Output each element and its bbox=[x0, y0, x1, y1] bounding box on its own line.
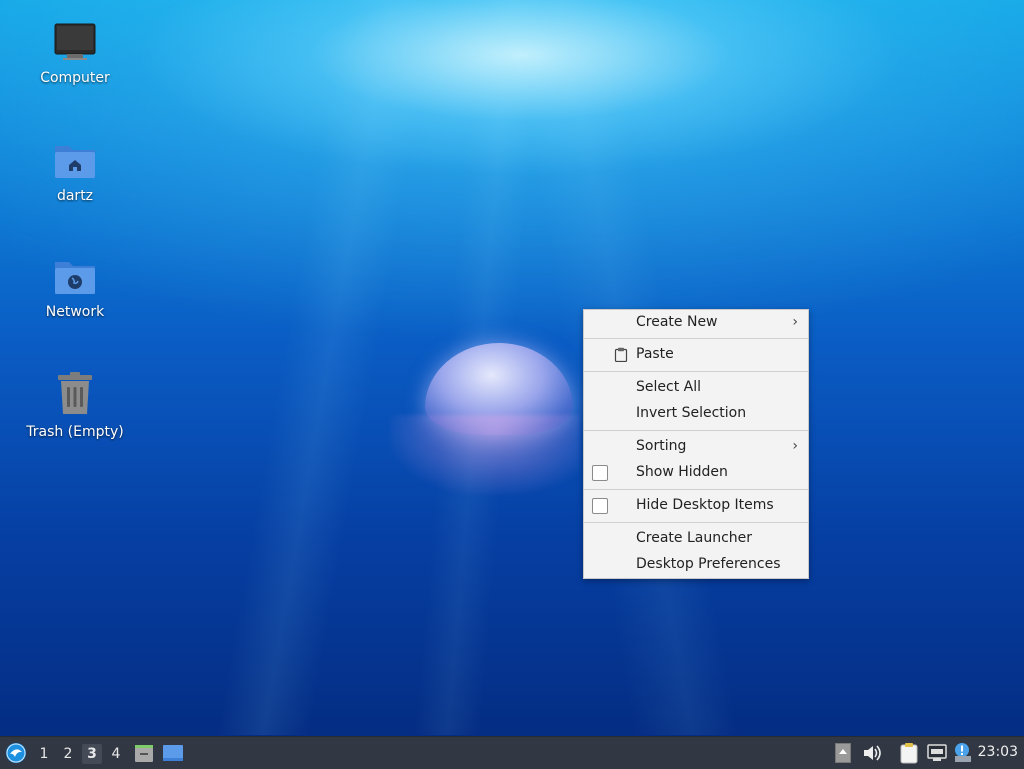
computer-icon bbox=[15, 22, 135, 66]
menu-separator bbox=[584, 489, 808, 490]
show-hidden-checkbox[interactable] bbox=[592, 465, 608, 481]
menu-item-label: Hide Desktop Items bbox=[636, 497, 774, 513]
menu-item-label: Invert Selection bbox=[636, 405, 747, 421]
volume-icon bbox=[864, 745, 881, 761]
bottom-panel: 1 2 3 4 23:03 bbox=[0, 736, 1024, 769]
menu-item-label: Desktop Preferences bbox=[636, 556, 781, 572]
menu-item-show-hidden[interactable]: Show Hidden bbox=[584, 460, 808, 486]
clipboard-manager-icon bbox=[900, 743, 918, 764]
chevron-right-icon: › bbox=[792, 438, 798, 454]
tray-expand-button[interactable] bbox=[835, 743, 851, 767]
desktop-icon-home-folder[interactable]: dartz bbox=[15, 140, 135, 204]
menu-item-create-new[interactable]: Create New › bbox=[584, 310, 808, 336]
workspace-4[interactable]: 4 bbox=[106, 744, 126, 764]
menu-separator bbox=[584, 338, 808, 339]
workspace-2[interactable]: 2 bbox=[58, 744, 78, 764]
update-notifier-button[interactable] bbox=[953, 742, 973, 768]
menu-item-label: Create New bbox=[636, 314, 718, 330]
app-menu-button[interactable] bbox=[5, 742, 27, 768]
menu-separator bbox=[584, 522, 808, 523]
workspace-1[interactable]: 1 bbox=[34, 744, 54, 764]
network-folder-icon bbox=[15, 256, 135, 300]
chevron-right-icon: › bbox=[792, 314, 798, 330]
menu-item-paste[interactable]: Paste bbox=[584, 342, 808, 368]
menu-item-label: Show Hidden bbox=[636, 464, 728, 480]
update-notification-icon bbox=[955, 743, 971, 762]
menu-item-sorting[interactable]: Sorting › bbox=[584, 434, 808, 460]
menu-item-select-all[interactable]: Select All bbox=[584, 375, 808, 401]
jellyfish-tentacles bbox=[390, 415, 580, 495]
file-manager-launcher[interactable] bbox=[134, 743, 154, 767]
desktop-icon-trash[interactable]: Trash (Empty) bbox=[15, 372, 135, 440]
workspace-3[interactable]: 3 bbox=[82, 744, 102, 764]
clipboard-tray-button[interactable] bbox=[898, 742, 920, 768]
show-desktop-launcher[interactable] bbox=[162, 743, 184, 767]
lubuntu-logo-icon bbox=[6, 743, 26, 763]
desktop-icon-label: Trash (Empty) bbox=[26, 424, 124, 440]
desktop-icon-computer[interactable]: Computer bbox=[15, 22, 135, 86]
wallpaper-jellyfish bbox=[380, 335, 590, 505]
menu-item-desktop-preferences[interactable]: Desktop Preferences bbox=[584, 552, 808, 578]
file-manager-icon bbox=[135, 745, 153, 762]
chevron-up-icon bbox=[835, 743, 851, 763]
volume-button[interactable] bbox=[862, 744, 882, 766]
network-tray-button[interactable] bbox=[926, 743, 948, 767]
trash-icon bbox=[15, 372, 135, 420]
menu-item-label: Paste bbox=[636, 346, 674, 362]
desktop-icon-label: Computer bbox=[40, 70, 110, 86]
hide-desktop-items-checkbox[interactable] bbox=[592, 498, 608, 514]
panel-clock[interactable]: 23:03 bbox=[978, 744, 1018, 760]
menu-item-label: Sorting bbox=[636, 438, 687, 454]
clipboard-icon bbox=[614, 347, 628, 366]
desktop-icon-network[interactable]: Network bbox=[15, 256, 135, 320]
desktop-icon-label: dartz bbox=[56, 188, 94, 204]
desktop-context-menu: Create New › Paste Select All Invert Sel… bbox=[583, 309, 809, 579]
home-folder-icon bbox=[15, 140, 135, 184]
menu-item-hide-desktop-items[interactable]: Hide Desktop Items bbox=[584, 493, 808, 519]
menu-item-create-launcher[interactable]: Create Launcher bbox=[584, 526, 808, 552]
menu-item-label: Create Launcher bbox=[636, 530, 753, 546]
desktop-icon-label: Network bbox=[45, 304, 105, 320]
menu-separator bbox=[584, 430, 808, 431]
desktop-icon bbox=[163, 745, 183, 761]
menu-separator bbox=[584, 371, 808, 372]
menu-item-label: Select All bbox=[636, 379, 701, 395]
menu-item-invert-selection[interactable]: Invert Selection bbox=[584, 401, 808, 427]
network-wired-icon bbox=[927, 744, 947, 761]
